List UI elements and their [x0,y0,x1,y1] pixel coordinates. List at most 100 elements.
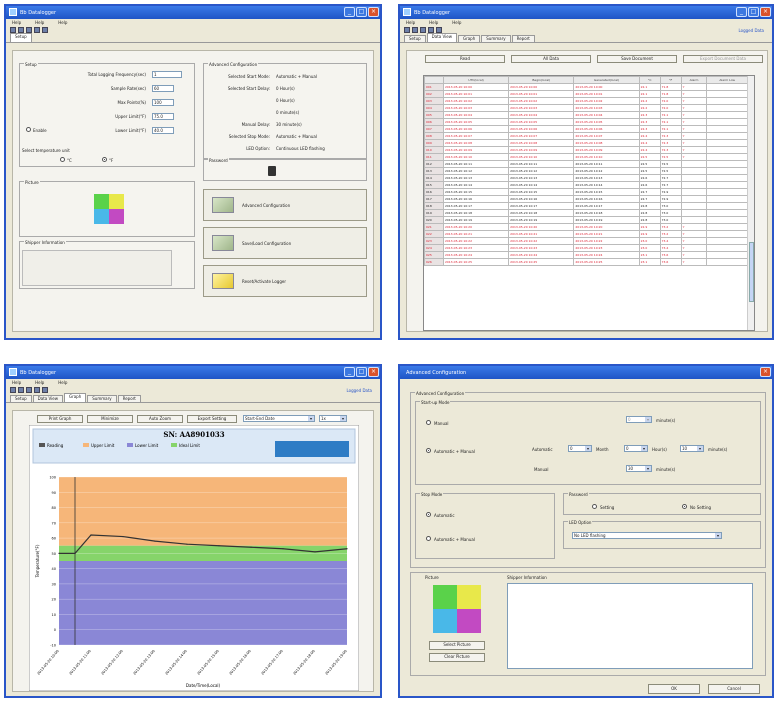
save-icon[interactable] [26,387,32,393]
table-row[interactable]: 001 2013-05-20 10:00 2013-05-20 10:00 2013-… [424,83,748,91]
select-picture-button[interactable]: Select Picture [429,641,485,650]
led-option-select[interactable]: No LED flashing [572,532,722,539]
manual-radio[interactable] [426,420,431,425]
reset-activate-logger-button[interactable]: Reset/Activate Logger [203,265,367,297]
table-row[interactable]: 025 2013-05-20 10:24 2013-05-20 10:24 2013-… [424,251,748,259]
column-header[interactable]: UTC(local) [442,76,510,84]
delay-minutes-select[interactable]: 10 [680,445,704,452]
new-icon[interactable] [404,27,410,33]
tab-summary[interactable]: Summary [481,35,511,42]
table-row[interactable]: 002 2013-05-20 10:01 2013-05-20 10:01 2013-… [424,90,748,98]
column-header[interactable]: Generated(local) [573,76,640,84]
logging-frequency-input[interactable]: 1 [152,71,182,78]
column-header[interactable]: Begin(local) [508,76,575,84]
open-icon[interactable] [412,27,418,33]
shipper-textarea[interactable] [507,583,753,669]
print-icon[interactable] [428,27,434,33]
open-icon[interactable] [18,387,24,393]
password-no-setting-radio[interactable] [682,504,687,509]
close-button[interactable]: × [760,7,771,17]
menu-item-file[interactable]: Help [12,380,21,385]
zoom-select[interactable]: 1x [319,415,347,422]
menu-item-help[interactable]: Help [58,20,67,25]
menu-item-setup[interactable]: Help [429,20,438,25]
menu-item-file[interactable]: Help [406,20,415,25]
table-row[interactable]: 014 2013-05-20 10:13 2013-05-20 10:13 2013-… [424,174,748,182]
table-row[interactable]: 026 2013-05-20 10:25 2013-05-20 10:25 2013-… [424,258,748,266]
advanced-configuration-button[interactable]: Advanced Configuration [203,189,367,221]
table-row[interactable]: 003 2013-05-20 10:02 2013-05-20 10:02 2013-… [424,97,748,105]
table-row[interactable]: 021 2013-05-20 10:20 2013-05-20 10:20 2013-… [424,223,748,231]
minimize-button[interactable]: _ [344,367,355,377]
column-header[interactable]: °F [659,76,682,84]
save-document-button[interactable]: Save Document [597,55,677,63]
unit-c-radio[interactable] [60,157,65,162]
table-scrollbar[interactable] [747,76,754,330]
connect-icon[interactable] [436,27,442,33]
stop-automatic-radio[interactable] [426,512,431,517]
ok-button[interactable]: OK [648,684,700,694]
print-icon[interactable] [34,387,40,393]
table-row[interactable]: 019 2013-05-20 10:18 2013-05-20 10:18 2013-… [424,209,748,217]
table-row[interactable]: 024 2013-05-20 10:23 2013-05-20 10:23 2013-… [424,244,748,252]
lower-limit-input[interactable]: 40.0 [152,127,174,134]
save-load-configuration-button[interactable]: Save/Load Configuration [203,227,367,259]
print-icon[interactable] [34,27,40,33]
range-select[interactable]: Start-End Date [243,415,315,422]
export-document-data-button[interactable]: Export Document Data [683,55,763,63]
table-row[interactable]: 023 2013-05-20 10:22 2013-05-20 10:22 2013-… [424,237,748,245]
table-row[interactable]: 007 2013-05-20 10:06 2013-05-20 10:06 2013-… [424,125,748,133]
manual-delay-select[interactable]: 30 [626,465,652,472]
minimize-button[interactable]: _ [344,7,355,17]
upper-limit-input[interactable]: 75.0 [152,113,174,120]
export-setting-button[interactable]: Export Setting [187,415,237,423]
print-graph-button[interactable]: Print Graph [37,415,83,423]
tab-setup[interactable]: Setup [404,35,426,42]
maximize-button[interactable]: □ [356,7,367,17]
table-row[interactable]: 009 2013-05-20 10:08 2013-05-20 10:08 2013-… [424,139,748,147]
menu-item-help[interactable]: Help [452,20,461,25]
table-row[interactable]: 018 2013-05-20 10:17 2013-05-20 10:17 2013-… [424,202,748,210]
unit-f-radio[interactable] [102,157,107,162]
column-header[interactable]: °C [638,76,661,84]
table-row[interactable]: 010 2013-05-20 10:09 2013-05-20 10:09 2013-… [424,146,748,154]
close-button[interactable]: × [760,367,771,377]
tab-data-view[interactable]: Data View [426,33,457,42]
all-data-button[interactable]: All Data [511,55,591,63]
clear-picture-button[interactable]: Clear Picture [429,653,485,662]
menu-item-file[interactable]: Help [12,20,21,25]
menu-item-setup[interactable]: Help [35,20,44,25]
table-row[interactable]: 013 2013-05-20 10:12 2013-05-20 10:12 2013-… [424,167,748,175]
maximize-button[interactable]: □ [356,367,367,377]
tab-graph[interactable]: Graph [457,35,481,42]
tab-report[interactable]: Report [117,395,141,402]
delay-b-select[interactable]: 0 [624,445,648,452]
shipper-text[interactable] [22,250,172,286]
auto-zoom-button[interactable]: Auto Zoom [137,415,183,423]
tab-summary[interactable]: Summary [87,395,117,402]
tab-report[interactable]: Report [511,35,535,42]
start-minutes-select[interactable]: 0 [626,416,652,423]
table-row[interactable]: 006 2013-05-20 10:05 2013-05-20 10:05 2013-… [424,118,748,126]
column-header[interactable]: Alarm [680,76,708,84]
table-row[interactable]: 020 2013-05-20 10:19 2013-05-20 10:19 2013-… [424,216,748,224]
cancel-button[interactable]: Cancel [708,684,760,694]
connect-icon[interactable] [42,387,48,393]
save-icon[interactable] [420,27,426,33]
password-setting-radio[interactable] [592,504,597,509]
close-button[interactable]: × [368,367,379,377]
table-row[interactable]: 005 2013-05-20 10:04 2013-05-20 10:04 2013-… [424,111,748,119]
tab-graph[interactable]: Graph [63,393,87,402]
column-header[interactable]: Alarm Low [706,76,748,84]
table-row[interactable]: 008 2013-05-20 10:07 2013-05-20 10:07 2013-… [424,132,748,140]
connect-icon[interactable] [42,27,48,33]
stop-auto-manual-radio[interactable] [426,536,431,541]
table-row[interactable]: 022 2013-05-20 10:21 2013-05-20 10:21 2013-… [424,230,748,238]
table-row[interactable]: 017 2013-05-20 10:16 2013-05-20 10:16 2013-… [424,195,748,203]
minimize-button[interactable]: _ [736,7,747,17]
enable-radio[interactable] [26,127,31,132]
column-header[interactable] [424,76,444,84]
table-row[interactable]: 004 2013-05-20 10:03 2013-05-20 10:03 2013-… [424,104,748,112]
tab-setup[interactable]: Setup [10,33,32,42]
auto-manual-radio[interactable] [426,448,431,453]
